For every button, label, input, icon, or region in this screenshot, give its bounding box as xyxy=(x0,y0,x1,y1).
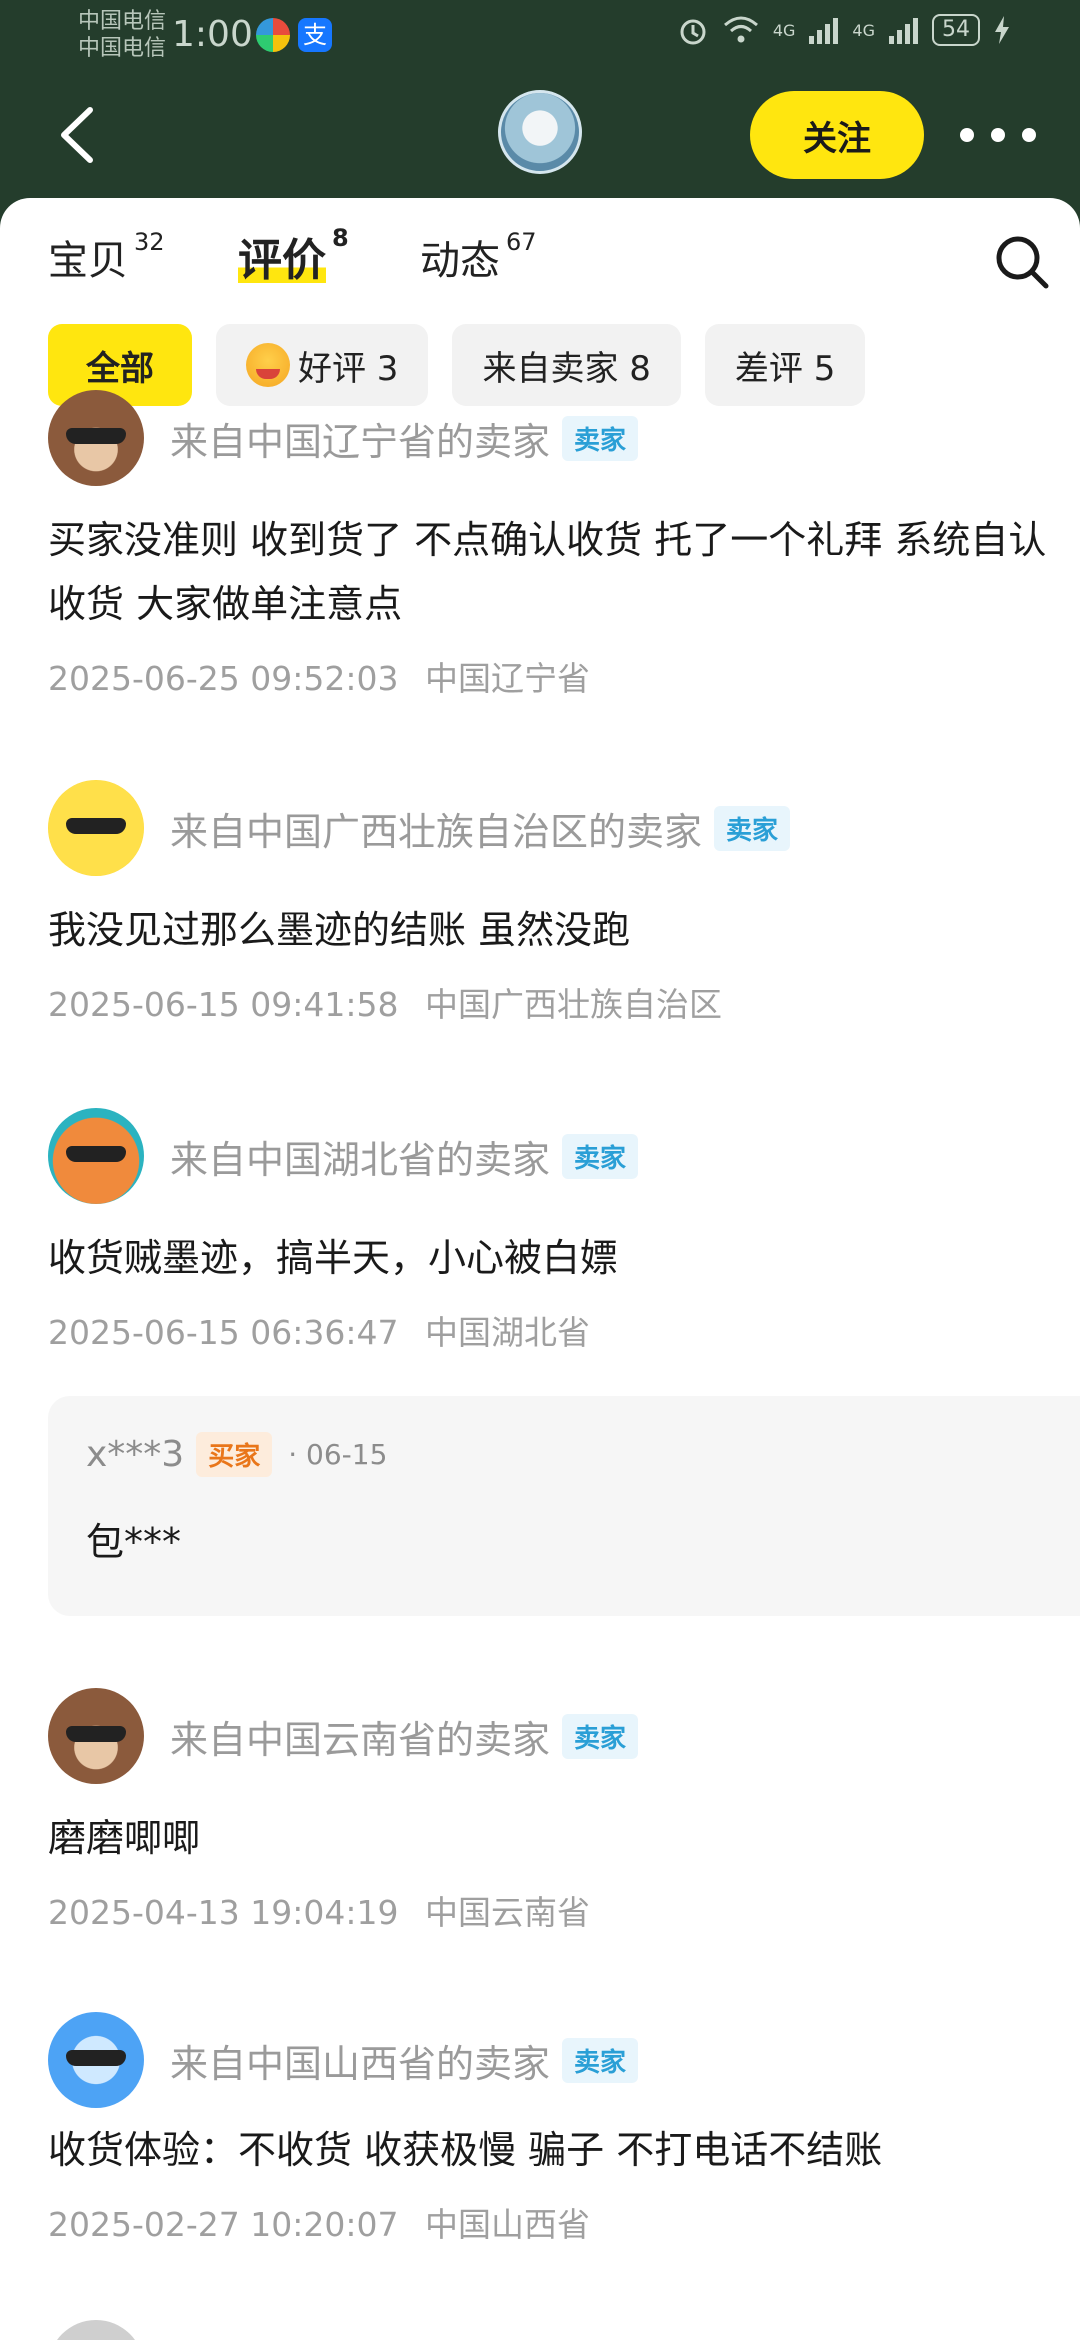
clock: 1:00 xyxy=(172,14,253,55)
review-datetime: 2025-06-15 06:36:47 xyxy=(48,1313,399,1352)
status-bar: 中国电信 中国电信 1:00 支 4G 4G 54 xyxy=(0,0,1080,80)
sunglasses-icon xyxy=(66,2050,126,2066)
network-type-1: 4G xyxy=(772,20,796,40)
review-text: 收货贼墨迹，搞半天，小心被白嫖 xyxy=(48,1236,619,1280)
search-icon xyxy=(996,236,1049,289)
tab-bar: 宝贝 32 评价 8 动态 67 xyxy=(48,224,1048,308)
review-item: 来自中国湖北省的卖家 卖家 收货贼墨迹，搞半天，小心被白嫖 2025-06-15… xyxy=(48,1108,1048,1354)
seller-tag: 卖家 xyxy=(562,1713,639,1759)
review-text: 我没见过那么墨迹的结账 虽然没跑 xyxy=(48,908,631,952)
reviewer-name: 来自中国湖北省的卖家 xyxy=(170,1137,551,1182)
review-datetime: 2025-06-25 09:52:03 xyxy=(48,659,399,698)
signal-icon-2 xyxy=(889,16,918,44)
tab-reviews[interactable]: 评价 8 xyxy=(238,224,349,288)
alarm-icon xyxy=(680,19,706,45)
review-text: 买家没准则 收到货了 不点确认收货 托了一个礼拜 系统自认收货 大家做单注意点 xyxy=(48,518,1047,626)
review-datetime: 2025-06-15 09:41:58 xyxy=(48,985,399,1024)
review-text: 收货体验：不收货 收获极慢 骗子 不打电话不结账 xyxy=(48,2128,883,2172)
tab-items[interactable]: 宝贝 32 xyxy=(48,228,165,286)
carrier-info: 中国电信 中国电信 xyxy=(78,8,166,62)
tab-label: 动态 xyxy=(420,238,500,284)
tab-count: 67 xyxy=(506,228,537,256)
review-location: 中国湖北省 xyxy=(424,1313,590,1352)
filter-label: 差评 5 xyxy=(734,348,836,389)
more-options-button[interactable] xyxy=(960,110,1036,160)
seller-tag: 卖家 xyxy=(562,1133,639,1179)
search-button[interactable] xyxy=(994,234,1050,290)
review-datetime: 2025-02-27 10:20:07 xyxy=(48,2205,399,2244)
tab-label: 宝贝 xyxy=(48,238,128,284)
review-meta: 2025-02-27 10:20:07 中国山西省 xyxy=(48,2198,1048,2246)
filter-label: 来自卖家 8 xyxy=(482,348,651,389)
review-datetime: 2025-04-13 19:04:19 xyxy=(48,1893,399,1932)
review-location: 中国辽宁省 xyxy=(424,659,590,698)
shop-avatar[interactable] xyxy=(498,90,582,174)
review-meta: 2025-06-15 06:36:47 中国湖北省 xyxy=(48,1306,1048,1354)
sunglasses-icon xyxy=(66,428,126,444)
sunglasses-icon xyxy=(66,1726,126,1742)
more-dot-icon xyxy=(960,128,974,142)
shop-header: 关注 xyxy=(0,80,1080,200)
seller-tag: 卖家 xyxy=(562,2037,639,2083)
tab-count: 8 xyxy=(332,224,349,252)
charging-icon xyxy=(995,16,1009,44)
reviewer-name: 来自中国山西省的卖家 xyxy=(170,2041,551,2086)
carrier-1: 中国电信 xyxy=(78,9,167,34)
content-sheet: 宝贝 32 评价 8 动态 67 全部 好评 3 来自卖家 8 差评 5 来自中… xyxy=(0,198,1080,2340)
reply-text: 包*** xyxy=(86,1520,182,1564)
reviewer-name: 来自中国广西壮族自治区的卖家 xyxy=(170,809,703,854)
avatar[interactable] xyxy=(48,1688,144,1784)
seller-tag: 卖家 xyxy=(562,415,639,461)
review-location: 中国山西省 xyxy=(424,2205,590,2244)
app-notification-icon xyxy=(256,18,290,52)
review-item: 来自中国山西省的卖家 卖家 收货体验：不收货 收获极慢 骗子 不打电话不结账 2… xyxy=(48,2012,1048,2246)
review-location: 中国云南省 xyxy=(424,1893,590,1932)
alipay-notification-icon: 支 xyxy=(298,18,332,52)
review-meta: 2025-06-15 09:41:58 中国广西壮族自治区 xyxy=(48,978,1048,1026)
filter-label: 全部 xyxy=(86,348,154,389)
reply-date: · 06-15 xyxy=(288,1438,388,1471)
avatar[interactable] xyxy=(48,2012,144,2108)
avatar[interactable] xyxy=(48,780,144,876)
review-item: 来自中国云南省的卖家 卖家 磨磨唧唧 2025-04-13 19:04:19 中… xyxy=(48,1688,1048,1934)
avatar[interactable] xyxy=(48,2320,144,2340)
wifi-icon xyxy=(723,16,758,43)
review-location: 中国广西壮族自治区 xyxy=(424,985,722,1024)
status-icons: 4G 4G 54 xyxy=(677,14,1010,46)
review-item xyxy=(48,2320,1048,2340)
review-item: 来自中国广西壮族自治区的卖家 卖家 我没见过那么墨迹的结账 虽然没跑 2025-… xyxy=(48,780,1048,1026)
sunglasses-icon xyxy=(66,818,126,834)
tab-activity[interactable]: 动态 67 xyxy=(420,228,537,286)
reviewer-name: 来自中国辽宁省的卖家 xyxy=(170,419,551,464)
tab-count: 32 xyxy=(134,228,165,256)
chevron-left-icon xyxy=(61,107,93,163)
battery-level: 54 xyxy=(932,14,980,46)
avatar[interactable] xyxy=(48,390,144,486)
smile-emoji-icon xyxy=(246,343,290,387)
sunglasses-icon xyxy=(66,1146,126,1162)
review-meta: 2025-06-25 09:52:03 中国辽宁省 xyxy=(48,652,1048,700)
back-button[interactable] xyxy=(50,100,110,170)
more-dot-icon xyxy=(1022,128,1036,142)
avatar[interactable] xyxy=(48,1108,144,1204)
reviewer-name: 来自中国云南省的卖家 xyxy=(170,1717,551,1762)
carrier-2: 中国电信 xyxy=(78,36,167,61)
reply-username: x***3 xyxy=(86,1434,185,1475)
buyer-tag: 买家 xyxy=(196,1432,273,1477)
tab-label: 评价 xyxy=(238,224,326,288)
buyer-reply: x***3 买家 · 06-15 包*** xyxy=(48,1396,1080,1616)
review-meta: 2025-04-13 19:04:19 中国云南省 xyxy=(48,1886,1048,1934)
review-item: 来自中国辽宁省的卖家 卖家 买家没准则 收到货了 不点确认收货 托了一个礼拜 系… xyxy=(48,390,1048,700)
more-dot-icon xyxy=(991,128,1005,142)
review-text: 磨磨唧唧 xyxy=(48,1816,201,1860)
signal-icon xyxy=(809,16,839,44)
seller-tag: 卖家 xyxy=(714,805,791,851)
follow-button[interactable]: 关注 xyxy=(750,91,924,179)
network-type-2: 4G xyxy=(852,20,875,40)
filter-label: 好评 3 xyxy=(298,348,399,389)
